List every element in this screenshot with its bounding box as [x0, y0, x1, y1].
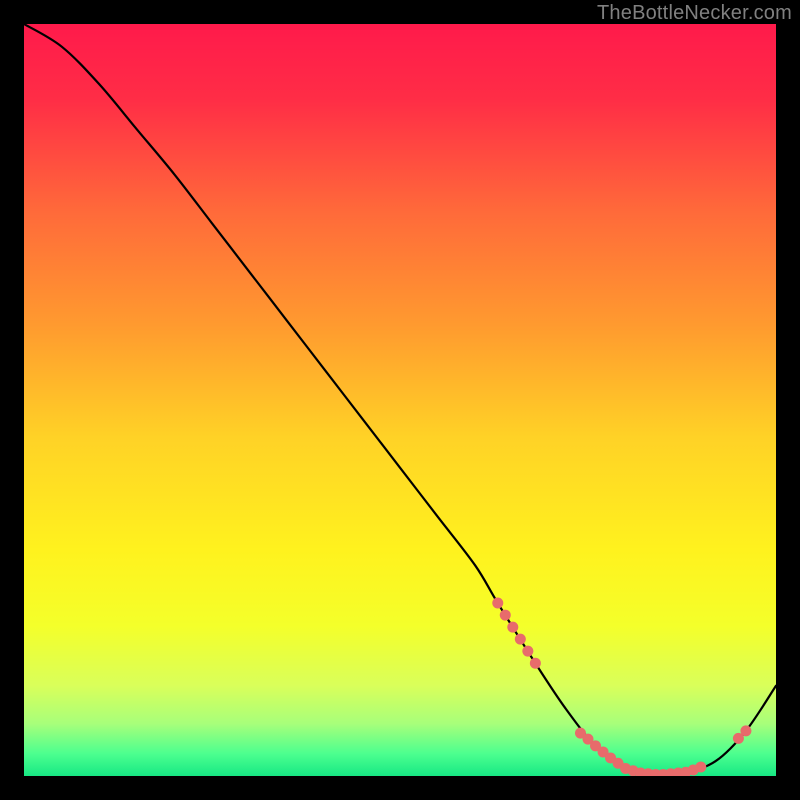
- bottleneck-chart: [24, 24, 776, 776]
- highlight-dot: [500, 610, 511, 621]
- chart-frame: TheBottleNecker.com: [0, 0, 800, 800]
- highlight-dot: [695, 761, 706, 772]
- attribution-text: TheBottleNecker.com: [597, 2, 792, 25]
- highlight-dot: [492, 598, 503, 609]
- highlight-dot: [740, 725, 751, 736]
- highlight-dot: [507, 622, 518, 633]
- highlight-dot: [522, 646, 533, 657]
- highlight-dot: [515, 634, 526, 645]
- plot-area: [24, 24, 776, 776]
- highlight-dot: [530, 658, 541, 669]
- gradient-background: [24, 24, 776, 776]
